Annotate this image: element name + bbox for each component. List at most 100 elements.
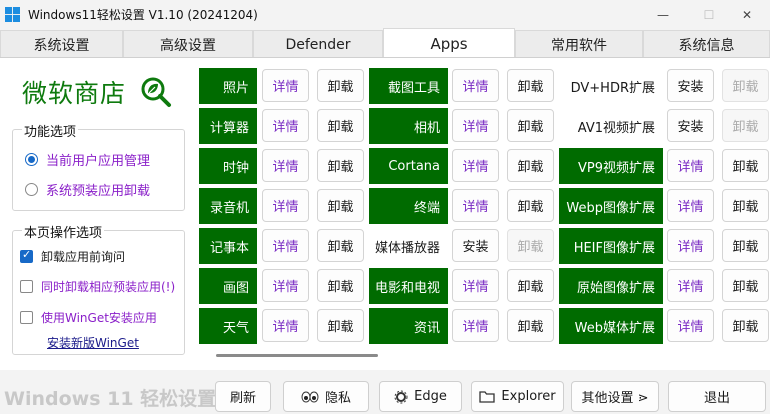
app-label: 画图 [199,268,257,304]
details-button[interactable]: 详情 [667,269,714,302]
refresh-button[interactable]: 刷新 [215,381,271,412]
radio-preinstalled-apps[interactable]: 系统预装应用卸载 [25,180,150,199]
uninstall-button[interactable]: 卸载 [317,149,364,182]
uninstall-button[interactable]: 卸载 [722,189,769,222]
uninstall-button[interactable]: 卸载 [317,269,364,302]
app-label: AV1视频扩展 [577,120,655,136]
install-button[interactable]: 安装 [667,69,714,102]
tab-common-software[interactable]: 常用软件 [515,30,643,58]
details-button[interactable]: 详情 [667,309,714,342]
install-button[interactable]: 安装 [667,109,714,142]
details-button[interactable]: 详情 [452,309,499,342]
app-label: 记事本 [199,228,257,264]
tab-system-info[interactable]: 系统信息 [643,30,770,58]
details-button[interactable]: 详情 [262,189,309,222]
app-label: Cortana [369,148,448,184]
app-label: VP9视频扩展 [559,148,663,184]
checkbox-label: 同时卸载相应预装应用(!) [41,280,176,294]
uninstall-button[interactable]: 卸载 [507,109,554,142]
details-button[interactable]: 详情 [667,229,714,262]
uninstall-button[interactable]: 卸载 [317,69,364,102]
details-button[interactable]: 详情 [452,189,499,222]
app-label: 天气 [199,308,257,344]
uninstall-button[interactable]: 卸载 [507,149,554,182]
uninstall-button[interactable]: 卸载 [722,149,769,182]
app-label: 资讯 [369,308,448,344]
uninstall-button[interactable]: 卸载 [507,189,554,222]
radio-button-selected[interactable] [25,153,38,166]
eyes-icon [301,391,319,403]
install-button[interactable]: 安装 [452,229,499,262]
uninstall-button[interactable]: 卸载 [507,309,554,342]
explorer-button[interactable]: Explorer [471,381,564,412]
install-winget-link[interactable]: 安装新版WinGet [47,334,139,351]
edge-button[interactable]: Edge [379,381,462,412]
uninstall-button[interactable]: 卸载 [507,229,554,262]
uninstall-button[interactable]: 卸载 [722,229,769,262]
uninstall-button[interactable]: 卸载 [317,309,364,342]
minimize-button[interactable]: — [640,0,686,30]
uninstall-button[interactable]: 卸载 [507,69,554,102]
app-label: DV+HDR扩展 [570,80,655,96]
uninstall-button[interactable]: 卸载 [317,229,364,262]
check-uninstall-preinstalled[interactable]: 同时卸载相应预装应用(!) [20,278,175,295]
app-label: HEIF图像扩展 [559,228,663,264]
explorer-label: Explorer [501,389,556,404]
details-button[interactable]: 详情 [262,229,309,262]
windows-logo-icon [5,7,20,22]
checkbox[interactable] [20,280,33,293]
window-title: Windows11轻松设置 V1.10 (20241204) [28,8,258,22]
app-label: 原始图像扩展 [559,268,663,304]
tab-advanced-settings[interactable]: 高级设置 [123,30,253,58]
uninstall-button[interactable]: 卸载 [317,189,364,222]
other-settings-label: 其他设置 ⋗ [581,391,649,406]
radio-current-user-apps[interactable]: 当前用户应用管理 [25,150,150,169]
details-button[interactable]: 详情 [452,69,499,102]
details-button[interactable]: 详情 [262,149,309,182]
horizontal-scrollbar[interactable] [216,354,378,357]
tab-strip: 系统设置 高级设置 Defender Apps 常用软件 系统信息 [0,28,770,58]
check-ask-before-uninstall[interactable]: 卸载应用前询问 [20,248,125,265]
uninstall-button[interactable]: 卸载 [507,269,554,302]
checkbox-checked[interactable] [20,248,33,263]
checkbox-label: 卸载应用前询问 [41,250,126,264]
edge-label: Edge [414,389,447,404]
details-button[interactable]: 详情 [452,109,499,142]
app-label: 相机 [369,108,448,144]
other-settings-button[interactable]: 其他设置 ⋗ [571,381,659,412]
magnifier-leaf-icon [141,77,171,107]
details-button[interactable]: 详情 [667,189,714,222]
details-button[interactable]: 详情 [667,149,714,182]
page-options-label: 本页操作选项 [22,222,105,241]
radio-button[interactable] [25,183,38,196]
app-label: 媒体播放器 [374,240,440,256]
exit-button[interactable]: 退出 [668,381,766,412]
app-label: 计算器 [199,108,257,144]
details-button[interactable]: 详情 [452,269,499,302]
uninstall-button[interactable]: 卸载 [722,109,769,142]
details-button[interactable]: 详情 [452,149,499,182]
details-button[interactable]: 详情 [262,269,309,302]
folder-icon [479,390,496,403]
privacy-button[interactable]: 隐私 [283,381,369,412]
details-button[interactable]: 详情 [262,309,309,342]
app-label: 终端 [369,188,448,224]
uninstall-button[interactable]: 卸载 [317,109,364,142]
app-label: 截图工具 [369,68,448,104]
close-button[interactable]: ✕ [724,0,770,30]
checkbox-label: 使用WinGet安装应用 [41,311,157,325]
tab-defender[interactable]: Defender [253,30,383,58]
tab-system-settings[interactable]: 系统设置 [0,30,123,58]
brand-text: Windows 11 轻松设置 [4,388,217,410]
uninstall-button[interactable]: 卸载 [722,269,769,302]
details-button[interactable]: 详情 [262,109,309,142]
check-use-winget[interactable]: 使用WinGet安装应用 [20,309,157,326]
privacy-label: 隐私 [324,391,351,406]
refresh-label: 刷新 [229,391,256,406]
tab-apps[interactable]: Apps [383,28,515,58]
checkbox[interactable] [20,311,33,324]
title-bar: Windows11轻松设置 V1.10 (20241204) — ☐ ✕ [0,0,770,30]
uninstall-button[interactable]: 卸载 [722,69,769,102]
uninstall-button[interactable]: 卸载 [722,309,769,342]
details-button[interactable]: 详情 [262,69,309,102]
